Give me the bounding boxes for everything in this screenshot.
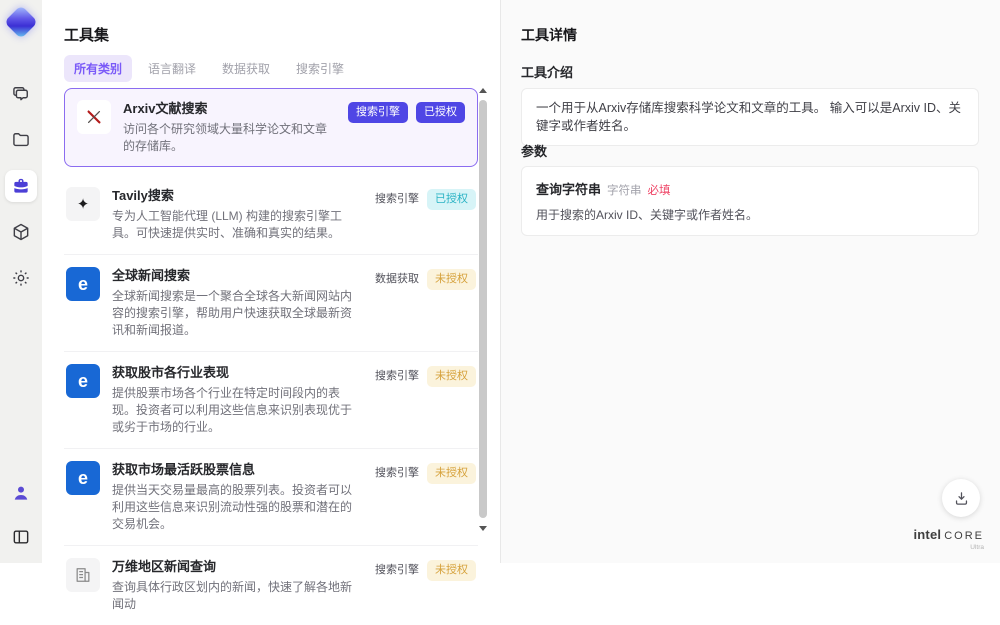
category-badge: 搜索引擎 — [348, 102, 408, 123]
stock-api-icon: e — [66, 461, 100, 495]
tool-title: 获取股市各行业表现 — [112, 365, 230, 380]
category-badge: 搜索引擎 — [375, 467, 419, 479]
download-button[interactable] — [942, 479, 980, 517]
toolbox-icon[interactable] — [5, 170, 37, 202]
intro-heading: 工具介绍 — [521, 65, 574, 80]
tool-item-arxiv[interactable]: Arxiv文献搜索 访问各个研究领域大量科学论文和文章的存储库。 搜索引擎 已授… — [64, 88, 478, 167]
auth-status-badge: 未授权 — [427, 560, 476, 581]
tool-item-regional-news[interactable]: 万维地区新闻查询 查询具体行政区划内的新闻，快速了解各地新闻动 搜索引擎 未授权 — [64, 545, 478, 625]
scrollbar-thumb[interactable] — [479, 100, 487, 518]
tool-detail-panel: 工具详情 工具介绍 一个用于从Arxiv存储库搜索科学论文和文章的工具。 输入可… — [500, 0, 1000, 563]
folder-icon[interactable] — [5, 124, 37, 156]
brand-sub-text: Ultra — [970, 543, 984, 551]
sparkle-icon: ✦ — [66, 187, 100, 221]
auth-status-badge: 已授权 — [416, 102, 465, 123]
category-tabs: 所有类别 语言翻译 数据获取 搜索引擎 — [64, 55, 354, 82]
tool-item-most-active-stocks[interactable]: e 获取市场最活跃股票信息 提供当天交易量最高的股票列表。投资者可以利用这些信息… — [64, 448, 478, 545]
user-icon[interactable] — [5, 477, 37, 509]
tool-title: 全球新闻搜索 — [112, 268, 191, 283]
stock-api-icon: e — [66, 364, 100, 398]
tool-item-global-news[interactable]: e 全球新闻搜索 全球新闻搜索是一个聚合全球各大新闻网站内容的搜索引擎，帮助用户… — [64, 254, 478, 351]
auth-status-badge: 未授权 — [427, 269, 476, 290]
intel-brand-text: intel — [913, 526, 942, 542]
category-badge: 搜索引擎 — [375, 370, 419, 382]
panel-toggle-icon[interactable] — [5, 521, 37, 553]
tab-search-engine[interactable]: 搜索引擎 — [286, 55, 354, 82]
tool-title: 万维地区新闻查询 — [112, 559, 217, 574]
tool-description: 提供当天交易量最高的股票列表。投资者可以利用这些信息来识别流动性强的股票和潜在的… — [112, 483, 353, 531]
tool-title: Arxiv文献搜索 — [123, 101, 208, 116]
scroll-down-button[interactable] — [479, 526, 487, 531]
rail-bottom — [0, 477, 42, 553]
tool-item-sector-performance[interactable]: e 获取股市各行业表现 提供股票市场各个行业在特定时间段内的表现。投资者可以利用… — [64, 351, 478, 448]
arxiv-icon — [77, 100, 111, 134]
tool-description: 全球新闻搜索是一个聚合全球各大新闻网站内容的搜索引擎，帮助用户快速获取全球最新资… — [112, 289, 353, 337]
param-type: 字符串 — [607, 185, 642, 197]
list-scrollbar[interactable] — [478, 88, 488, 543]
category-badge: 搜索引擎 — [375, 564, 419, 576]
tool-title: 获取市场最活跃股票信息 — [112, 462, 256, 477]
auth-status-badge: 已授权 — [427, 189, 476, 210]
tab-language-translation[interactable]: 语言翻译 — [138, 55, 206, 82]
download-icon — [955, 491, 967, 505]
chat-icon[interactable] — [5, 78, 37, 110]
category-badge: 搜索引擎 — [375, 193, 419, 205]
tool-description: 专为人工智能代理 (LLM) 构建的搜索引擎工具。可快速提供实时、准确和真实的结… — [112, 209, 343, 240]
tab-data-acquisition[interactable]: 数据获取 — [212, 55, 280, 82]
param-required-flag: 必填 — [647, 185, 671, 197]
gear-icon[interactable] — [5, 262, 37, 294]
tool-description: 查询具体行政区划内的新闻，快速了解各地新闻动 — [112, 580, 353, 611]
cube-icon[interactable] — [5, 216, 37, 248]
page-title: 工具集 — [64, 27, 110, 44]
tool-description: 提供股票市场各个行业在特定时间段内的表现。投资者可以利用这些信息来识别表现优于或… — [112, 386, 353, 434]
tool-list: Arxiv文献搜索 访问各个研究领域大量科学论文和文章的存储库。 搜索引擎 已授… — [64, 88, 478, 625]
icon-rail — [0, 0, 42, 563]
scroll-up-button[interactable] — [479, 88, 487, 93]
tab-all-categories[interactable]: 所有类别 — [64, 55, 133, 82]
param-name: 查询字符串 — [536, 182, 602, 197]
param-card: 查询字符串 字符串 必填 用于搜索的Arxiv ID、关键字或作者姓名。 — [521, 166, 979, 236]
tool-description: 访问各个研究领域大量科学论文和文章的存储库。 — [123, 122, 328, 153]
auth-status-badge: 未授权 — [427, 463, 476, 484]
detail-title: 工具详情 — [521, 27, 577, 43]
tool-title: Tavily搜索 — [112, 188, 174, 203]
tool-item-tavily[interactable]: ✦ Tavily搜索 专为人工智能代理 (LLM) 构建的搜索引擎工具。可快速提… — [64, 175, 478, 254]
category-badge: 数据获取 — [375, 273, 419, 285]
intro-card: 一个用于从Arxiv存储库搜索科学论文和文章的工具。 输入可以是Arxiv ID… — [521, 88, 979, 146]
auth-status-badge: 未授权 — [427, 366, 476, 387]
core-brand-text: core — [944, 529, 984, 542]
intel-core-logo: intel core Ultra — [913, 527, 984, 552]
param-description: 用于搜索的Arxiv ID、关键字或作者姓名。 — [536, 208, 759, 222]
intro-text: 一个用于从Arxiv存储库搜索科学论文和文章的工具。 输入可以是Arxiv ID… — [536, 101, 962, 133]
regional-news-icon — [66, 558, 100, 592]
params-heading: 参数 — [521, 144, 548, 159]
news-api-icon: e — [66, 267, 100, 301]
app-logo[interactable] — [4, 5, 38, 39]
tools-panel: 工具集 所有类别 语言翻译 数据获取 搜索引擎 Arxiv文献搜索 访问各个研究… — [42, 0, 500, 611]
rail-nav — [0, 78, 42, 294]
